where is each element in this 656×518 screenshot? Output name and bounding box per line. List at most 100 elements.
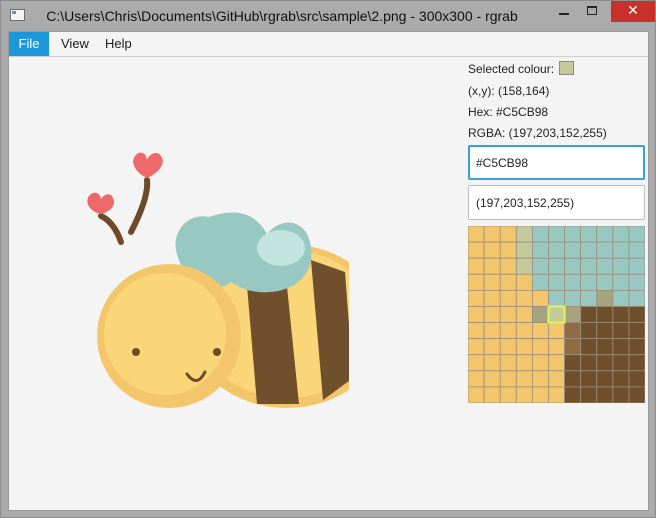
- zoom-cell[interactable]: [515, 306, 533, 323]
- minimize-button[interactable]: [551, 1, 577, 22]
- zoom-cell[interactable]: [468, 338, 485, 356]
- zoom-cell[interactable]: [548, 370, 565, 388]
- zoom-cell[interactable]: [564, 226, 582, 243]
- zoom-cell[interactable]: [468, 273, 485, 291]
- zoom-cell[interactable]: [468, 322, 485, 340]
- zoom-cell[interactable]: [612, 338, 630, 356]
- zoom-cell-selected[interactable]: [547, 305, 566, 324]
- zoom-cell[interactable]: [515, 370, 533, 388]
- zoom-cell[interactable]: [531, 273, 549, 291]
- zoom-cell[interactable]: [564, 322, 582, 340]
- zoom-cell[interactable]: [548, 289, 565, 307]
- zoom-cell[interactable]: [499, 338, 517, 356]
- zoom-cell[interactable]: [531, 370, 549, 388]
- hex-field[interactable]: [468, 145, 645, 180]
- zoom-cell[interactable]: [580, 241, 598, 259]
- zoom-cell[interactable]: [499, 226, 517, 243]
- zoom-cell[interactable]: [580, 306, 598, 323]
- zoom-cell[interactable]: [531, 354, 549, 372]
- zoom-cell[interactable]: [499, 289, 517, 307]
- zoom-cell[interactable]: [468, 241, 485, 259]
- zoom-cell[interactable]: [483, 370, 501, 388]
- zoom-cell[interactable]: [468, 306, 485, 323]
- zoom-cell[interactable]: [596, 241, 614, 259]
- zoom-cell[interactable]: [468, 354, 485, 372]
- rgba-field[interactable]: [468, 185, 645, 220]
- zoom-cell[interactable]: [499, 322, 517, 340]
- zoom-cell[interactable]: [580, 226, 598, 243]
- zoom-cell[interactable]: [499, 354, 517, 372]
- zoom-cell[interactable]: [612, 354, 630, 372]
- title-bar[interactable]: C:\Users\Chris\Documents\GitHub\rgrab\sr…: [1, 1, 655, 31]
- maximize-button[interactable]: [579, 1, 605, 22]
- zoom-cell[interactable]: [499, 257, 517, 275]
- zoom-cell[interactable]: [628, 273, 645, 291]
- zoom-cell[interactable]: [483, 322, 501, 340]
- zoom-cell[interactable]: [515, 273, 533, 291]
- zoom-cell[interactable]: [612, 289, 630, 307]
- zoom-cell[interactable]: [531, 322, 549, 340]
- zoom-cell[interactable]: [483, 386, 501, 403]
- zoom-cell[interactable]: [468, 370, 485, 388]
- zoom-cell[interactable]: [564, 354, 582, 372]
- zoom-cell[interactable]: [483, 241, 501, 259]
- zoom-cell[interactable]: [596, 289, 614, 307]
- zoom-cell[interactable]: [612, 370, 630, 388]
- zoom-cell[interactable]: [468, 289, 485, 307]
- zoom-cell[interactable]: [499, 370, 517, 388]
- bee-image[interactable]: [49, 142, 386, 442]
- zoom-cell[interactable]: [515, 338, 533, 356]
- zoom-cell[interactable]: [612, 386, 630, 403]
- zoom-cell[interactable]: [499, 386, 517, 403]
- zoom-cell[interactable]: [515, 241, 533, 259]
- zoom-cell[interactable]: [580, 370, 598, 388]
- zoom-cell[interactable]: [580, 354, 598, 372]
- zoom-cell[interactable]: [515, 354, 533, 372]
- zoom-cell[interactable]: [548, 273, 565, 291]
- zoom-cell[interactable]: [548, 386, 565, 403]
- zoom-cell[interactable]: [596, 370, 614, 388]
- zoom-cell[interactable]: [483, 338, 501, 356]
- zoom-cell[interactable]: [515, 322, 533, 340]
- zoom-cell[interactable]: [531, 257, 549, 275]
- zoom-cell[interactable]: [628, 289, 645, 307]
- zoom-cell[interactable]: [564, 257, 582, 275]
- zoom-cell[interactable]: [499, 241, 517, 259]
- zoom-cell[interactable]: [596, 226, 614, 243]
- zoom-cell[interactable]: [515, 289, 533, 307]
- zoom-cell[interactable]: [564, 289, 582, 307]
- zoom-cell[interactable]: [531, 241, 549, 259]
- zoom-cell[interactable]: [468, 386, 485, 403]
- zoom-cell[interactable]: [564, 273, 582, 291]
- zoom-cell[interactable]: [515, 386, 533, 403]
- zoom-cell[interactable]: [628, 370, 645, 388]
- zoom-cell[interactable]: [483, 257, 501, 275]
- zoom-cell[interactable]: [596, 338, 614, 356]
- close-button[interactable]: ✕: [611, 1, 655, 22]
- zoom-cell[interactable]: [548, 241, 565, 259]
- zoom-cell[interactable]: [483, 306, 501, 323]
- zoom-cell[interactable]: [515, 257, 533, 275]
- zoom-cell[interactable]: [564, 370, 582, 388]
- zoom-cell[interactable]: [628, 226, 645, 243]
- zoom-cell[interactable]: [548, 322, 565, 340]
- zoom-cell[interactable]: [596, 306, 614, 323]
- zoom-cell[interactable]: [548, 338, 565, 356]
- zoom-cell[interactable]: [564, 306, 582, 323]
- zoom-cell[interactable]: [580, 338, 598, 356]
- zoom-cell[interactable]: [612, 273, 630, 291]
- zoom-cell[interactable]: [612, 306, 630, 323]
- zoom-cell[interactable]: [531, 289, 549, 307]
- zoom-cell[interactable]: [548, 257, 565, 275]
- menu-file[interactable]: File: [9, 32, 49, 56]
- zoom-cell[interactable]: [499, 306, 517, 323]
- zoom-cell[interactable]: [483, 289, 501, 307]
- zoom-cell[interactable]: [483, 354, 501, 372]
- zoom-cell[interactable]: [468, 226, 485, 243]
- zoom-cell[interactable]: [483, 273, 501, 291]
- zoom-cell[interactable]: [612, 226, 630, 243]
- zoom-cell[interactable]: [628, 257, 645, 275]
- zoom-cell[interactable]: [468, 257, 485, 275]
- zoom-cell[interactable]: [564, 338, 582, 356]
- zoom-cell[interactable]: [596, 322, 614, 340]
